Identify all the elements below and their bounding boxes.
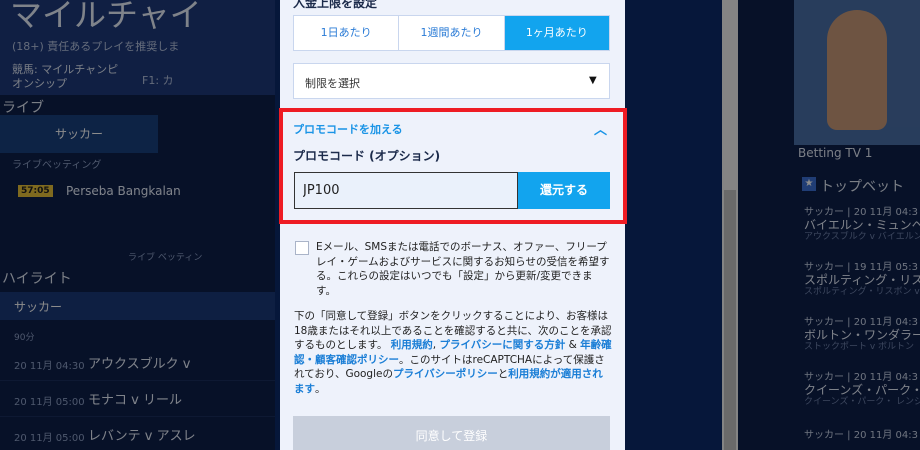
row-match-name: モナコ v リール — [88, 393, 182, 408]
live-match-row[interactable]: 57:05 Perseba Bangkalan — [0, 176, 275, 204]
scrollbar[interactable] — [722, 0, 738, 450]
promo-code-toggle[interactable]: プロモコードを加える — [293, 121, 403, 137]
top-bet-meta: サッカー | 20 11月 04:3 — [804, 372, 918, 383]
top-bet-meta: サッカー | 20 11月 04:3 — [804, 430, 918, 441]
tab-daily[interactable]: 1日あたり — [294, 16, 400, 50]
top-bet-item[interactable]: サッカー | 20 11月 04:3 — [804, 430, 918, 442]
top-bet-meta: サッカー | 20 11月 04:3 — [804, 317, 918, 328]
top-bet-name: ボルトン・ワンダラー — [804, 328, 920, 342]
top-bet-item[interactable]: サッカー | 19 11月 05:3 スポルティング・リスボ スポルティング・リ… — [804, 262, 920, 298]
f1-label: F1: カ — [142, 74, 174, 87]
google-privacy-link[interactable]: プライバシーポリシー — [393, 368, 498, 380]
terms-link[interactable]: 利用規約 — [391, 339, 433, 351]
row-datetime: 20 11月 04:30 — [14, 361, 85, 372]
table-row[interactable]: 20 11月 05:00 レバンテ v アスレ — [0, 417, 275, 450]
deposit-limit-title: 入金上限を設定 — [293, 0, 378, 10]
background-left-column: マイルチャイ (18+) 責任あるプレイを推奨しま 競馬: マイルチャンピ オン… — [0, 0, 275, 450]
live-heading: ライブ — [2, 100, 44, 116]
redeem-button[interactable]: 還元する — [518, 172, 610, 209]
legal-notice: 下の「同意して登録」ボタンをクリックすることにより、お客様は18歳またはそれ以上… — [294, 310, 612, 395]
top-bet-name: スポルティング・リスボ — [804, 273, 920, 287]
live-betting-link[interactable]: ライブ ベッティン — [128, 250, 202, 263]
dropdown-caret-icon: ▼ — [589, 75, 597, 86]
row-match-name: レバンテ v アスレ — [88, 429, 196, 444]
tab-monthly[interactable]: 1ヶ月あたり — [504, 16, 609, 50]
presenter-image — [827, 10, 887, 130]
soccer-button[interactable]: サッカー — [0, 115, 158, 153]
top-bet-item[interactable]: サッカー | 20 11月 04:3 バイエルン・ミュンヘ アウクスブルク v … — [804, 207, 920, 243]
star-icon: ★ — [802, 177, 816, 191]
top-bet-sub: ストックポート v ボルトン — [804, 342, 915, 352]
promo-code-input[interactable] — [294, 172, 518, 209]
hero-subtitle: (18+) 責任あるプレイを推奨しま — [12, 40, 180, 53]
legal-amp: & — [568, 339, 577, 351]
marketing-consent-text: Eメール、SMSまたは電話でのボーナス、オファー、フリープレイ・ゲームおよびサー… — [316, 241, 610, 297]
hero-title: マイルチャイ — [10, 0, 202, 34]
legal-end: 。 — [315, 382, 326, 395]
row-match-name: アウクスブルク v — [88, 357, 191, 372]
agree-and-register-button[interactable]: 同意して登録 — [293, 416, 610, 450]
top-bet-meta: サッカー | 20 11月 04:3 — [804, 207, 918, 218]
chevron-up-icon[interactable]: ︿ — [594, 119, 607, 138]
row-label: 90分 — [14, 333, 35, 343]
live-betting-label: ライブベッティング — [12, 160, 102, 171]
top-bet-item[interactable]: サッカー | 20 11月 04:3 クイーンズ・パーク・ ガ クイーンズ・パー… — [804, 372, 920, 408]
highlight-tab-label: サッカー — [14, 300, 63, 314]
top-bet-meta: サッカー | 19 11月 05:3 — [804, 262, 918, 273]
top-bet-name: バイエルン・ミュンヘ — [804, 218, 920, 232]
tab-weekly[interactable]: 1週間あたり — [399, 16, 505, 50]
highlight-tab[interactable]: サッカー — [0, 292, 275, 320]
top-bet-item[interactable]: サッカー | 20 11月 04:3 ボルトン・ワンダラー ストックポート v … — [804, 317, 920, 353]
tournament-label: 競馬: マイルチャンピ オンシップ — [12, 63, 119, 90]
privacy-policy-link[interactable]: プライバシーに関する方針 — [439, 339, 565, 351]
row-datetime: 20 11月 05:00 — [14, 397, 85, 408]
limit-select[interactable]: 制限を選択 ▼ — [293, 63, 610, 99]
legal-and: と — [497, 368, 509, 380]
limit-select-value: 制限を選択 — [305, 77, 360, 90]
row-datetime: 20 11月 05:00 — [14, 433, 85, 444]
promo-code-label: プロモコード (オプション) — [293, 149, 441, 163]
top-bet-sub: アウクスブルク v バイエルン — [804, 232, 920, 242]
scrollbar-thumb[interactable] — [724, 190, 736, 450]
match-time-badge: 57:05 — [18, 185, 53, 197]
table-row[interactable]: 20 11月 05:00 モナコ v リール — [0, 381, 275, 417]
background-right-column: Betting TV 1 ★ トップベット サッカー | 20 11月 04:3… — [722, 0, 920, 450]
period-tabs: 1日あたり 1週間あたり 1ヶ月あたり — [293, 15, 610, 51]
highlight-heading: ハイライト — [2, 271, 72, 287]
top-bet-name: クイーンズ・パーク・ ガ — [804, 383, 920, 397]
tv-label: Betting TV 1 — [798, 146, 873, 160]
table-row[interactable]: 20 11月 04:30 アウクスブルク v — [0, 345, 275, 381]
top-bet-sub: クイーンズ・パーク・ レンジャーズ — [804, 397, 920, 407]
top-bet-sub: スポルティング・リスボン v — [804, 287, 920, 297]
match-name: Perseba Bangkalan — [66, 184, 181, 198]
top-bets-heading: トップベット — [820, 179, 904, 195]
marketing-consent-checkbox[interactable] — [295, 241, 309, 255]
